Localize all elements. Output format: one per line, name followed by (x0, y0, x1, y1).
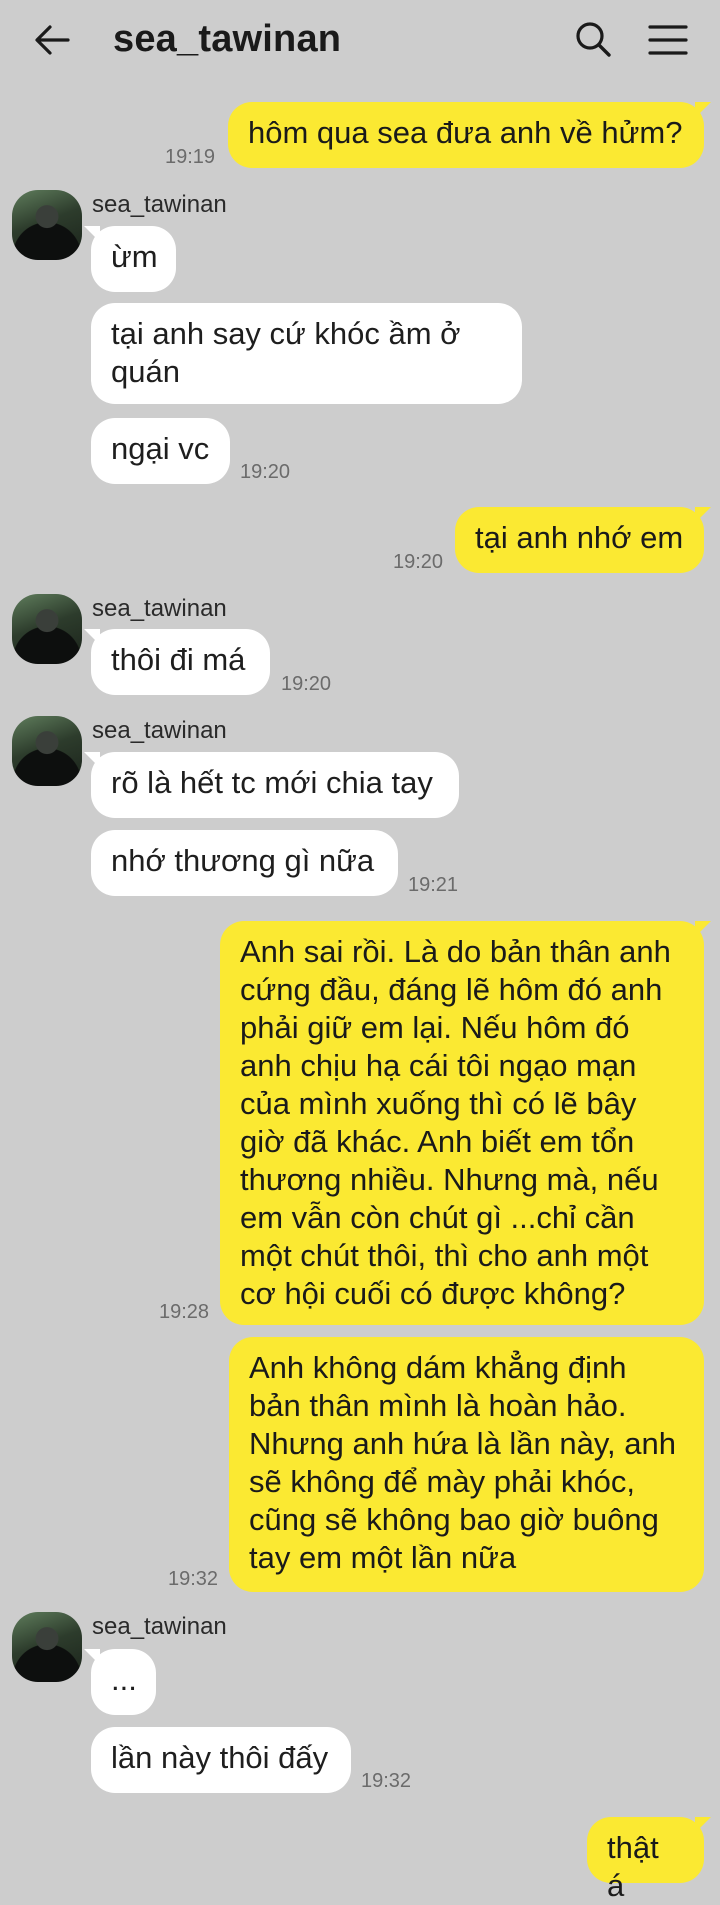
menu-icon[interactable] (648, 22, 688, 58)
incoming-message[interactable]: nhớ thương gì nữa (91, 830, 398, 896)
message-time: 19:32 (168, 1568, 219, 1590)
incoming-message[interactable]: rõ là hết tc mới chia tay (84, 752, 459, 818)
outgoing-message[interactable]: Anh sai rồi. Là do bản thân anh cứng đầu… (220, 921, 711, 1325)
message-time: 19:20 (393, 551, 444, 573)
chat-title: sea_tawinan (113, 18, 342, 60)
search-icon[interactable] (574, 20, 612, 58)
sender-name: sea_tawinan (92, 717, 227, 744)
message-time: 19:28 (159, 1301, 210, 1323)
incoming-message[interactable]: thôi đi má (84, 629, 270, 695)
sender-name: sea_tawinan (92, 191, 227, 218)
outgoing-message[interactable]: Anh không dám khẳng định bản thân mình l… (229, 1337, 704, 1592)
message-time: 19:19 (165, 146, 216, 168)
incoming-message[interactable]: lần này thôi đấy (91, 1727, 351, 1793)
outgoing-message[interactable]: hôm qua sea đưa anh về hửm? (228, 102, 711, 168)
message-time: 19:20 (240, 461, 291, 483)
avatar[interactable] (12, 716, 82, 786)
incoming-message[interactable]: ừm (84, 226, 176, 292)
outgoing-message[interactable]: tại anh nhớ em (455, 507, 711, 573)
incoming-message[interactable]: ... (84, 1649, 156, 1715)
sender-name: sea_tawinan (92, 1613, 227, 1640)
outgoing-message[interactable]: thật á (587, 1817, 711, 1903)
incoming-message[interactable]: ngại vc (91, 418, 230, 484)
avatar[interactable] (12, 594, 82, 664)
avatar[interactable] (12, 190, 82, 260)
sender-name: sea_tawinan (92, 595, 227, 622)
back-arrow-icon[interactable] (32, 20, 72, 60)
message-time: 19:21 (408, 874, 459, 896)
avatar[interactable] (12, 1612, 82, 1682)
chat-header: sea_tawinan (0, 0, 720, 82)
incoming-message[interactable]: tại anh say cứ khóc ầm ở quán (91, 303, 522, 404)
message-time: 19:32 (361, 1770, 412, 1792)
message-time: 19:20 (281, 673, 332, 695)
